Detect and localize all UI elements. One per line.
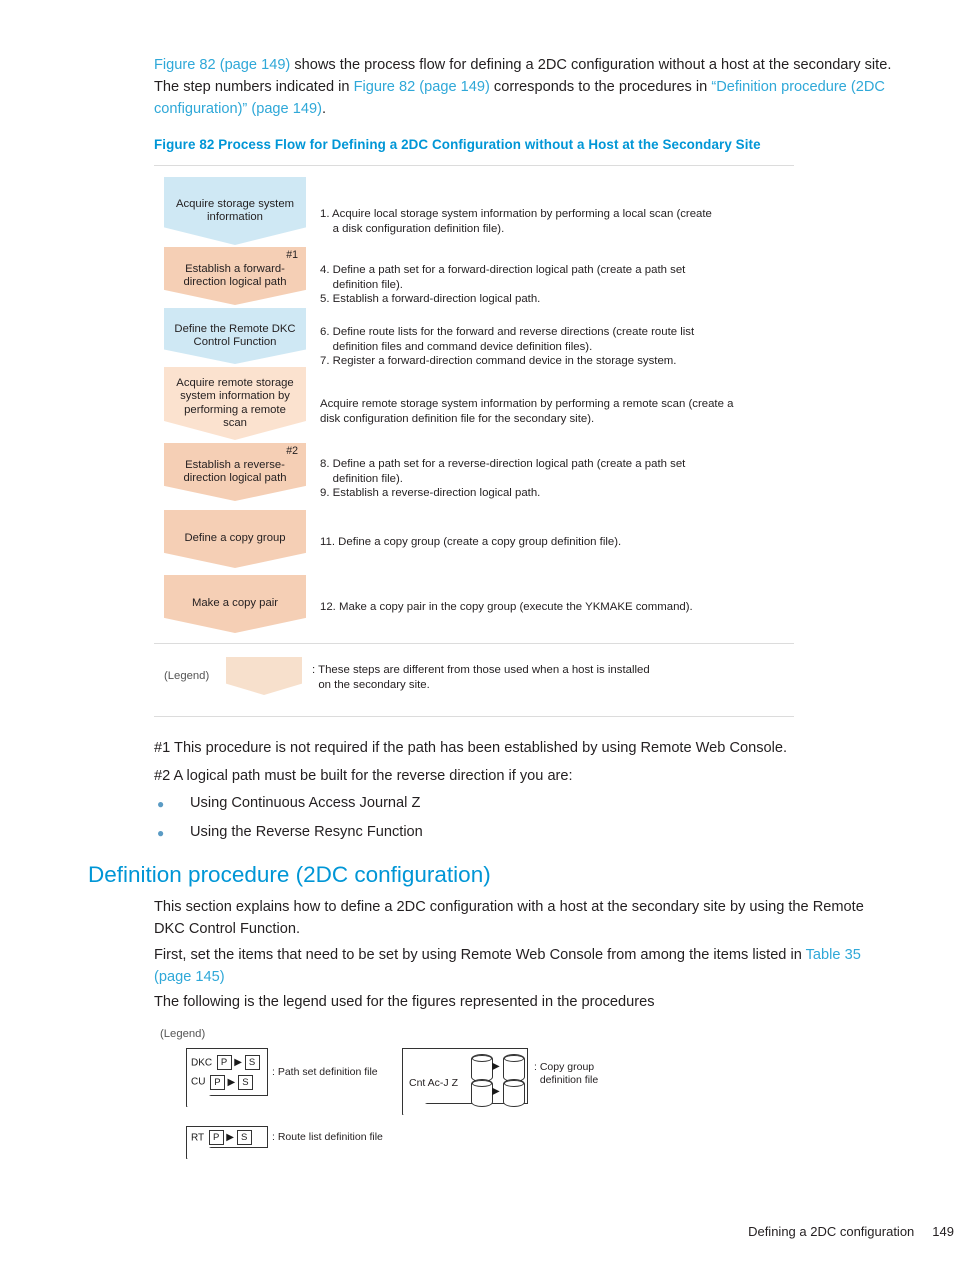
figure-legend-text: : These steps are different from those u…: [312, 664, 650, 691]
step-text-6: 11. Define a copy group (create a copy g…: [320, 536, 622, 548]
arrow-right-icon: ▶: [492, 1061, 500, 1072]
figure-divider-top: [154, 165, 794, 166]
figure-legend-swatch: [226, 657, 302, 695]
flow-box-label: Acquire storage system information: [175, 197, 295, 224]
section-paragraph-1: This section explains how to define a 2D…: [154, 899, 864, 937]
bullet-label: Using Continuous Access Journal Z: [190, 795, 421, 811]
path-set-caption: : Path set definition file: [272, 1066, 378, 1078]
arrow-right-icon: ▶: [226, 1132, 234, 1144]
p-box-icon: P: [209, 1074, 225, 1090]
flow-box-label: Acquire remote storage system informatio…: [176, 376, 294, 430]
flow-box-label: Establish a forward-direction logical pa…: [183, 262, 287, 289]
figure-legend-label: (Legend): [164, 670, 210, 682]
bullet-item-2: ● Using the Reverse Resync Function: [157, 824, 657, 846]
footer-page-number: 149: [932, 1224, 954, 1239]
note-2: #2 A logical path must be built for the …: [154, 768, 573, 784]
step-text-1: 1. Acquire local storage system informat…: [320, 208, 712, 235]
link-figure-82-top[interactable]: Figure 82 (page 149): [154, 57, 290, 73]
figure-divider-bottom: [154, 643, 794, 644]
flow-box-make-copy-pair: Make a copy pair: [164, 575, 306, 633]
document-page: Figure 82 (page 149) shows the process f…: [0, 0, 954, 1271]
figure-divider-end: [154, 716, 794, 717]
intro-text-2: corresponds to the procedures in: [489, 79, 712, 95]
arrow-right-icon: ▶: [492, 1086, 500, 1097]
s-box-icon: S: [237, 1074, 253, 1090]
flow-box-acquire-storage-system: Acquire storage system information: [164, 177, 306, 245]
bullet-label: Using the Reverse Resync Function: [190, 824, 423, 840]
p-box-icon: P: [208, 1130, 224, 1146]
dog-ear-fold-icon: [186, 1146, 213, 1159]
volume-cylinder-icon: [503, 1054, 525, 1082]
footer-chapter: Defining a 2DC configuration: [748, 1224, 915, 1239]
flow-box-acquire-remote-storage: Acquire remote storage system informatio…: [164, 367, 306, 440]
route-list-definition-tag: RT P ▶ S: [186, 1126, 268, 1159]
path-set-definition-tag: DKC P ▶ S CU P ▶ S: [186, 1048, 268, 1107]
note-1: #1 This procedure is not required if the…: [154, 740, 788, 756]
intro-paragraph: Figure 82 (page 149) shows the process f…: [154, 54, 894, 120]
flow-box-establish-reverse-path: #2 Establish a reverse-direction logical…: [164, 443, 306, 501]
section-paragraph-2: First, set the items that need to be set…: [154, 944, 896, 988]
flow-box-define-remote-dkc: Define the Remote DKC Control Function: [164, 308, 306, 364]
flow-box-define-copy-group: Define a copy group: [164, 510, 306, 568]
section-paragraph-2-text: First, set the items that need to be set…: [154, 947, 806, 963]
cu-label: CU: [191, 1076, 206, 1088]
figure-caption: Figure 82 Process Flow for Defining a 2D…: [154, 137, 761, 152]
s-box-icon: S: [244, 1055, 260, 1071]
flow-box-tag-2: #2: [286, 445, 298, 457]
bullet-item-1: ● Using Continuous Access Journal Z: [157, 795, 657, 817]
dog-ear-fold-icon: [186, 1094, 213, 1107]
page-footer: Defining a 2DC configuration 149: [0, 1224, 954, 1239]
step-text-7: 12. Make a copy pair in the copy group (…: [320, 601, 693, 613]
legend-figure: (Legend) DKC P ▶ S CU P ▶ S : Path set defin…: [154, 1028, 614, 1159]
s-box-icon: S: [236, 1130, 252, 1146]
flow-box-establish-forward-path: #1 Establish a forward-direction logical…: [164, 247, 306, 305]
figure-82: Acquire storage system information #1 Es…: [154, 165, 794, 717]
dog-ear-fold-icon: [402, 1102, 429, 1115]
flow-box-tag-1: #1: [286, 249, 298, 261]
copy-group-caption: : Copy group definition file: [534, 1061, 599, 1086]
step-text-4: Acquire remote storage system informatio…: [320, 398, 734, 425]
legend-figure-title: (Legend): [160, 1028, 206, 1040]
section-heading: Definition procedure (2DC configuration): [88, 862, 491, 887]
volume-cylinder-icon: [471, 1079, 493, 1107]
flow-box-label: Establish a reverse-direction logical pa…: [183, 458, 287, 485]
arrow-right-icon: ▶: [227, 1076, 236, 1088]
section-paragraph-3: The following is the legend used for the…: [154, 994, 655, 1010]
volume-cylinder-icon: [471, 1054, 493, 1082]
flow-box-label: Make a copy pair: [191, 597, 279, 610]
flow-box-label: Define the Remote DKC Control Function: [174, 322, 296, 349]
link-figure-82-second[interactable]: Figure 82 (page 149): [354, 79, 490, 95]
copy-group-definition-tag: Cnt Ac-J Z ▶ ▶: [402, 1048, 528, 1115]
dkc-label: DKC: [191, 1057, 213, 1069]
step-text-3: 6. Define route lists for the forward an…: [320, 326, 695, 368]
arrow-right-icon: ▶: [234, 1057, 242, 1069]
flow-box-label: Define a copy group: [184, 532, 286, 545]
bullet-dot-icon: ●: [157, 826, 165, 840]
step-text-5: 8. Define a path set for a reverse-direc…: [320, 458, 686, 500]
rt-label: RT: [191, 1132, 205, 1144]
volume-cylinder-icon: [503, 1079, 525, 1107]
cnt-ac-j-z-label: Cnt Ac-J Z: [409, 1077, 459, 1089]
route-list-caption: : Route list definition file: [272, 1131, 383, 1143]
intro-text-3: .: [321, 101, 326, 117]
p-box-icon: P: [216, 1055, 232, 1071]
step-text-2: 4. Define a path set for a forward-direc…: [320, 264, 686, 306]
bullet-dot-icon: ●: [157, 797, 165, 811]
